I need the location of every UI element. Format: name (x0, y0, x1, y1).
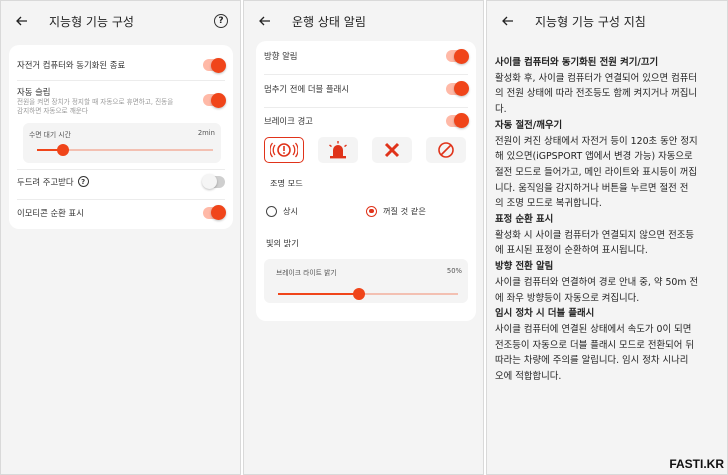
guide-line: 사이클 컴퓨터와 연결하여 경로 안내 중, 약 50m 전 (495, 276, 699, 288)
mode-blink-label: 꺼질 것 같은 (383, 206, 426, 216)
brake-light-thumb[interactable] (353, 288, 365, 300)
brake-mode-off-button[interactable] (372, 137, 412, 163)
watermark: FASTI.KR (669, 457, 724, 471)
guide-line: 오에 적합합니다. (495, 371, 562, 383)
flash-label: 멈추기 전에 더블 플래시 (264, 83, 350, 94)
auto-sleep-label: 자동 슬립 (17, 87, 51, 97)
brightness-label: 빛의 밝기 (266, 238, 299, 248)
guide-line: 해 있으면(iGPSPORT 앱에서 변경 가능) 자동으로 (495, 151, 693, 163)
guide-line: 니다. 움직임을 감지하거나 버튼을 누르면 절전 전 (495, 182, 689, 194)
guide-line: 따라는 차량에 주의를 알립니다. 임시 정차 시나리 (495, 355, 689, 367)
riding-alert-panel: 운행 상태 알림 방향 알림 멈추기 전에 더블 플래시 브레이크 경고 조명 … (243, 0, 484, 475)
settings-panel: 지능형 기능 구성 ? 자전거 컴퓨터와 동기화된 종료 자동 슬립 전원을 켜… (0, 0, 241, 475)
guide-panel: 지능형 기능 구성 지침 사이클 컴퓨터와 동기화된 전원 켜기/끄기활성화 후… (486, 0, 728, 475)
guide-text: 사이클 컴퓨터와 동기화된 전원 켜기/끄기활성화 후, 사이클 컴퓨터가 연결… (495, 55, 719, 385)
guide-heading: 표정 순환 표시 (495, 214, 554, 226)
alert-card: 방향 알림 멈추기 전에 더블 플래시 브레이크 경고 조명 모드 상시 꺼질 … (256, 41, 476, 321)
guide-heading: 임시 정차 시 더블 플래시 (495, 308, 595, 320)
guide-line: 의 전원 상태에 따라 전조등도 함께 켜지거나 꺼집니 (495, 88, 697, 100)
mode-always-label: 상시 (283, 206, 299, 216)
brake-light-label: 브레이크 라이트 밝기 (276, 269, 337, 277)
row-sync-off: 자전거 컴퓨터와 동기화된 종료 (17, 53, 226, 77)
row-flash: 멈추기 전에 더블 플래시 (264, 74, 469, 102)
turn-alert-toggle[interactable] (446, 48, 469, 64)
auto-sleep-toggle[interactable] (203, 92, 226, 108)
back-arrow-icon[interactable] (499, 12, 517, 30)
guide-line: 활성화 후, 사이클 컴퓨터가 연결되어 있으면 컴퓨터 (495, 72, 697, 84)
sleep-time-label: 수면 대기 시간 (29, 131, 71, 139)
auto-sleep-desc-1: 전원을 켜면 장치가 정지할 때 자동으로 휴면하고, 진동을 (17, 98, 174, 106)
brake-light-fill (278, 293, 359, 295)
prohibited-icon (438, 142, 454, 158)
brake-alert-icon (270, 142, 298, 158)
brake-mode-alert-button[interactable] (264, 137, 304, 163)
brake-warning-label: 브레이크 경고 (264, 115, 313, 126)
x-icon (384, 142, 400, 158)
knock-label: 두드려 주고받다 (17, 176, 74, 187)
brake-mode-siren-button[interactable] (318, 137, 358, 163)
guide-line: 에 좌우 방향등이 자동으로 켜집니다. (495, 292, 640, 304)
light-mode-label: 조명 모드 (270, 178, 303, 188)
guide-heading: 방향 전환 알림 (495, 261, 554, 273)
knock-help-icon[interactable]: ? (77, 176, 89, 187)
back-arrow-icon[interactable] (13, 12, 31, 30)
turn-alert-label: 방향 알림 (264, 51, 298, 61)
guide-line: 사이클 컴퓨터에 연결된 상태에서 속도가 0이 되면 (495, 323, 692, 335)
guide-line: 전조등이 자동으로 더블 플래시 모드로 전환되어 뒤 (495, 339, 695, 351)
emoji-toggle[interactable] (203, 205, 226, 220)
mode-always-radio[interactable] (266, 205, 277, 217)
siren-icon (329, 141, 347, 159)
row-emoji: 이모티콘 순환 표시 (17, 199, 226, 225)
sync-off-toggle[interactable] (203, 57, 226, 73)
left-header: 지능형 기능 구성 ? (1, 1, 240, 41)
auto-sleep-desc-2: 감지하면 자동으로 깨운다 (17, 106, 88, 115)
guide-heading: 자동 절전/깨우기 (495, 119, 563, 131)
sleep-time-slider-box: 수면 대기 시간 2min (23, 123, 221, 163)
settings-card: 자전거 컴퓨터와 동기화된 종료 자동 슬립 전원을 켜면 장치가 정지할 때 … (9, 45, 233, 229)
guide-line: 다. (495, 104, 507, 116)
guide-line: 절전 모드로 들어가고, 메인 라이트와 표시등이 꺼집 (495, 166, 697, 178)
row-auto-sleep: 자동 슬립 전원을 켜면 장치가 정지할 때 자동으로 휴면하고, 진동을 감지… (17, 80, 226, 120)
right-header: 지능형 기능 구성 지침 (487, 1, 727, 41)
brake-warning-toggle[interactable] (446, 113, 469, 128)
back-arrow-icon[interactable] (256, 12, 274, 30)
brake-light-value: 50% (446, 267, 462, 275)
guide-line: 의 조명 모드로 복귀합니다. (495, 198, 602, 210)
mode-blink-option[interactable]: 꺼질 것 같은 (366, 205, 426, 217)
knock-toggle[interactable] (202, 174, 225, 189)
guide-line: 전원이 켜진 상태에서 자전거 등이 120초 동안 정지 (495, 135, 698, 147)
row-brake-warning: 브레이크 경고 (264, 107, 469, 133)
help-icon[interactable]: ? (214, 14, 228, 28)
mode-blink-radio[interactable] (366, 205, 377, 217)
guide-line: 활성화 시 사이클 컴퓨터가 연결되지 않으면 전조등 (495, 229, 695, 241)
page-title: 운행 상태 알림 (292, 14, 366, 29)
page-title: 지능형 기능 구성 지침 (535, 14, 646, 29)
guide-heading: 사이클 컴퓨터와 동기화된 전원 켜기/끄기 (495, 57, 659, 68)
flash-toggle[interactable] (446, 81, 469, 96)
row-knock: 두드려 주고받다 ? (17, 169, 225, 193)
brake-light-slider-box: 브레이크 라이트 밝기 50% (264, 259, 468, 303)
sync-off-label: 자전거 컴퓨터와 동기화된 종료 (17, 60, 126, 70)
emoji-label: 이모티콘 순환 표시 (17, 207, 84, 218)
guide-line: 에 표시된 표정이 순환하여 표시됩니다. (495, 245, 648, 257)
middle-header: 운행 상태 알림 (244, 1, 483, 41)
sleep-time-thumb[interactable] (57, 144, 70, 156)
mode-always-option[interactable]: 상시 (266, 205, 298, 217)
row-turn-alert: 방향 알림 (264, 45, 469, 67)
sleep-time-value: 2min (197, 129, 215, 137)
brake-mode-none-button[interactable] (426, 137, 466, 163)
page-title: 지능형 기능 구성 (49, 14, 134, 29)
